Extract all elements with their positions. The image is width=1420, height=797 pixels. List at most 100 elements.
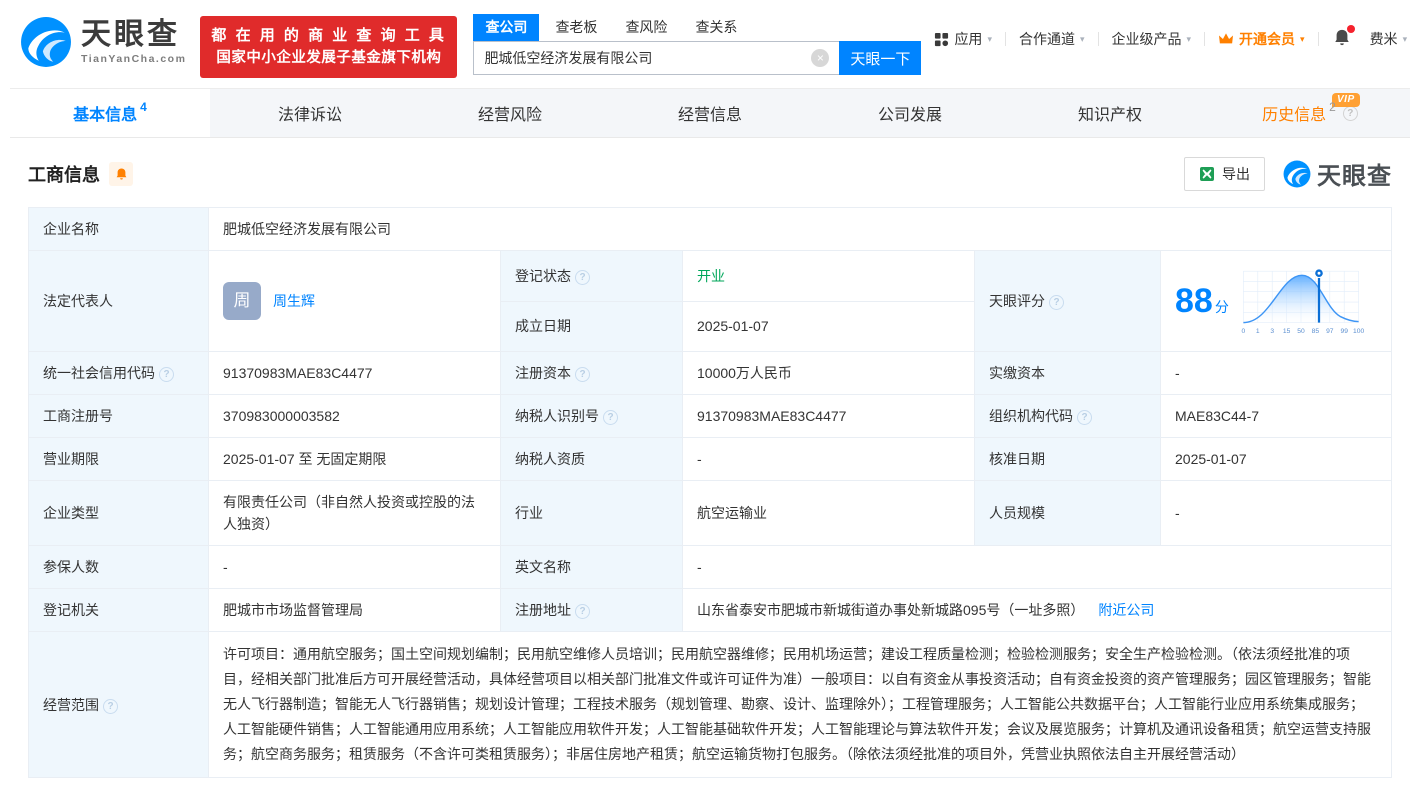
status-badge: 开业 — [697, 267, 725, 284]
table-row: 登记机关 肥城市市场监督管理局 注册地址? 山东省泰安市肥城市新城街道办事处新城… — [28, 588, 1392, 632]
field-label-reg-address: 注册地址? — [500, 588, 683, 632]
field-value-taxpayer-id: 91370983MAE83C4477 — [682, 394, 975, 438]
field-label-org-code: 组织机构代码? — [974, 394, 1161, 438]
search-box: × — [473, 41, 840, 75]
tab-ip[interactable]: 知识产权 — [1010, 89, 1210, 137]
svg-text:0: 0 — [1241, 328, 1245, 335]
field-value-reg-number: 370983000003582 — [208, 394, 501, 438]
help-icon[interactable]: ? — [1049, 295, 1064, 310]
notification-bell[interactable] — [1319, 25, 1357, 50]
field-label-reg-authority: 登记机关 — [28, 588, 209, 632]
tab-development[interactable]: 公司发展 — [810, 89, 1010, 137]
field-label-reg-capital: 注册资本? — [500, 351, 683, 395]
avatar[interactable]: 周 — [223, 282, 261, 320]
tab-operation-label: 经营信息 — [677, 107, 742, 124]
tab-ip-label: 知识产权 — [1077, 107, 1142, 124]
help-icon[interactable]: ? — [603, 410, 618, 425]
field-value-reg-address: 山东省泰安市肥城市新城街道办事处新城路095号（一址多照） 附近公司 — [682, 588, 1392, 632]
help-icon[interactable]: ? — [575, 269, 590, 285]
field-value-paid-capital: - — [1160, 351, 1392, 395]
help-icon[interactable]: ? — [103, 698, 118, 714]
field-label-biz-term: 营业期限 — [28, 437, 209, 481]
export-label: 导出 — [1222, 165, 1250, 182]
taxpayer-id-label: 纳税人识别号 — [515, 408, 599, 424]
search-input[interactable] — [473, 41, 840, 75]
field-value-insured-count: - — [208, 545, 501, 589]
watermark-logo: 天眼查 — [1283, 156, 1392, 191]
help-icon[interactable]: ? — [1342, 105, 1358, 121]
biz-scope-label: 经营范围 — [43, 696, 99, 713]
nav-apps[interactable]: 应用 ▾ — [921, 29, 1005, 49]
field-value-reg-status: 开业 — [682, 250, 975, 302]
reg-status-label: 登记状态 — [515, 267, 571, 284]
help-icon[interactable]: ? — [159, 367, 174, 382]
excel-icon — [1200, 166, 1214, 181]
field-value-establish-date: 2025-01-07 — [682, 300, 975, 352]
field-value-company-type: 有限责任公司（非自然人投资或控股的法人独资） — [208, 480, 501, 546]
field-value-company-name: 肥城低空经济发展有限公司 — [208, 207, 1392, 251]
legal-rep-link[interactable]: 周生辉 — [273, 290, 315, 312]
help-icon[interactable]: ? — [575, 367, 590, 382]
nav-apps-label: 应用 — [954, 31, 983, 47]
chevron-down-icon: ▾ — [987, 33, 992, 44]
nav-user[interactable]: 费米 ▾ — [1357, 29, 1420, 49]
field-value-biz-scope: 许可项目：通用航空服务；国土空间规划编制；民用航空维修人员培训；民用航空器维修；… — [208, 631, 1392, 778]
nearby-companies-link[interactable]: 附近公司 — [1098, 602, 1154, 618]
tab-risk[interactable]: 经营风险 — [410, 89, 610, 137]
field-value-reg-authority: 肥城市市场监督管理局 — [208, 588, 501, 632]
monitor-bell-button[interactable] — [109, 161, 133, 186]
table-row: 企业类型 有限责任公司（非自然人投资或控股的法人独资） 行业 航空运输业 人员规… — [28, 480, 1392, 546]
apps-grid-icon — [935, 32, 949, 46]
org-code-label: 组织机构代码 — [989, 408, 1073, 424]
svg-text:1: 1 — [1256, 328, 1260, 335]
field-value-english-name: - — [682, 545, 1392, 589]
field-value-score: 88 分 0 1 3 15 50 85 97 99 100 — [1160, 250, 1392, 352]
nav-enterprise[interactable]: 企业级产品 ▾ — [1099, 29, 1205, 49]
vip-badge: VIP — [1332, 93, 1360, 107]
logo-text: 天眼查 TianYanCha.com — [81, 19, 186, 66]
search-tab-boss[interactable]: 查老板 — [543, 14, 609, 41]
reg-address-text: 山东省泰安市肥城市新城街道办事处新城路095号（一址多照） — [697, 602, 1085, 618]
credit-code-label: 统一社会信用代码 — [43, 365, 155, 381]
field-label-company-name: 企业名称 — [28, 207, 209, 251]
help-icon[interactable]: ? — [1077, 410, 1092, 425]
field-label-paid-capital: 实缴资本 — [974, 351, 1161, 395]
nav-open-vip[interactable]: 开通会员 ▾ — [1205, 29, 1318, 49]
field-value-reg-capital: 10000万人民币 — [682, 351, 975, 395]
table-row: 统一社会信用代码? 91370983MAE83C4477 注册资本? 10000… — [28, 351, 1392, 395]
tab-history[interactable]: VIP 历史信息 2 ? — [1210, 89, 1410, 137]
svg-text:99: 99 — [1340, 328, 1348, 335]
nav-partner-label: 合作通道 — [1018, 31, 1075, 47]
field-value-approval-date: 2025-01-07 — [1160, 437, 1392, 481]
tianyancha-logo[interactable]: 天眼查 TianYanCha.com — [20, 16, 186, 68]
search-tab-company[interactable]: 查公司 — [473, 14, 540, 41]
search-tab-risk[interactable]: 查风险 — [613, 14, 679, 41]
reg-capital-label: 注册资本 — [515, 365, 571, 381]
biz-scope-text: 许可项目：通用航空服务；国土空间规划编制；民用航空维修人员培训；民用航空器维修；… — [223, 646, 1371, 762]
tab-history-count: 2 — [1329, 100, 1336, 114]
field-value-credit-code: 91370983MAE83C4477 — [208, 351, 501, 395]
export-button[interactable]: 导出 — [1184, 156, 1265, 191]
notification-dot — [1346, 25, 1355, 33]
table-row: 法定代表人 周 周生辉 登记状态? 开业 天眼评分? 88 分 0 1 3 15… — [28, 250, 1392, 352]
nav-partner[interactable]: 合作通道 ▾ — [1006, 29, 1098, 49]
field-label-insured-count: 参保人数 — [28, 545, 209, 589]
promo-banner: 都 在 用 的 商 业 查 询 工 具 国家中小企业发展子基金旗下机构 — [200, 16, 458, 78]
tab-basic-info[interactable]: 基本信息 4 — [10, 89, 210, 137]
tab-operation[interactable]: 经营信息 — [610, 89, 810, 137]
nav-open-vip-label: 开通会员 — [1239, 31, 1296, 47]
top-bar: 天眼查 TianYanCha.com 都 在 用 的 商 业 查 询 工 具 国… — [0, 0, 1420, 88]
tab-basic-info-label: 基本信息 — [73, 107, 138, 124]
section-head: 工商信息 导出 天眼查 — [28, 156, 1392, 191]
search-tab-relation[interactable]: 查关系 — [683, 14, 749, 41]
field-label-english-name: 英文名称 — [500, 545, 683, 589]
chevron-down-icon: ▾ — [1079, 33, 1085, 44]
field-label-taxpayer-quality: 纳税人资质 — [500, 437, 683, 481]
search-button[interactable]: 天眼一下 — [839, 41, 922, 75]
table-row: 参保人数 - 英文名称 - — [28, 545, 1392, 589]
field-value-taxpayer-quality: - — [682, 437, 975, 481]
field-label-reg-number: 工商注册号 — [28, 394, 209, 438]
tab-legal[interactable]: 法律诉讼 — [210, 89, 410, 137]
svg-text:97: 97 — [1326, 328, 1334, 335]
help-icon[interactable]: ? — [575, 604, 590, 619]
